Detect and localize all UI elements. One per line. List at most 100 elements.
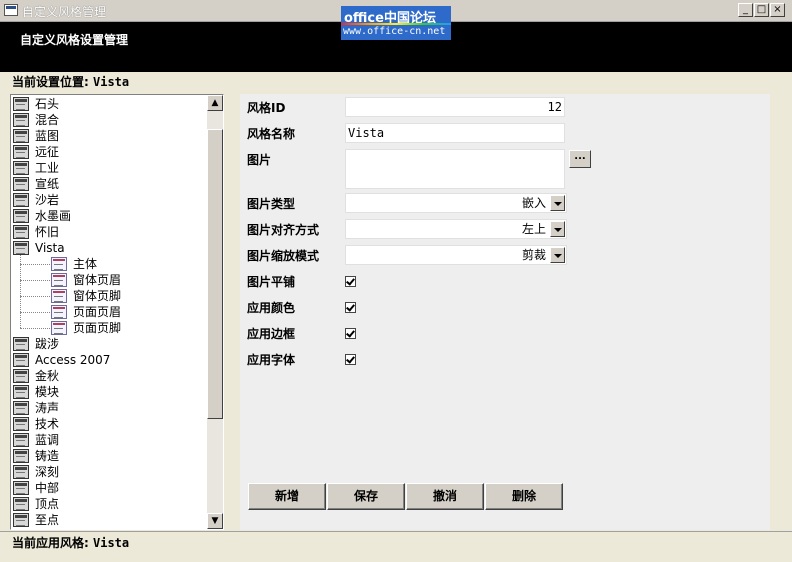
- style-id-field[interactable]: 12: [345, 97, 565, 117]
- style-folder-icon: [13, 449, 29, 463]
- style-tree-list: 石头 混合 蓝图 远征 工业 宣纸 沙岩 水墨画 怀旧 Vista 主体 窗体页眉 窗体页脚 页面页眉 页面…: [11, 95, 207, 529]
- current-style-value: Vista: [93, 536, 130, 550]
- tree-connector-line: [20, 280, 50, 281]
- style-folder-icon: [13, 129, 29, 143]
- scroll-down-button[interactable]: ▼: [207, 513, 223, 529]
- style-folder-icon: [13, 401, 29, 415]
- style-folder-icon: [13, 353, 29, 367]
- new-button[interactable]: 新增: [248, 483, 326, 510]
- style-folder-icon: [13, 465, 29, 479]
- picture-zoom-value: 剪裁: [521, 248, 546, 262]
- apply-font-checkbox[interactable]: [345, 354, 356, 365]
- picture-zoom-label: 图片缩放模式: [247, 249, 320, 263]
- style-name-label: 风格名称: [247, 127, 296, 141]
- tree-connector-line: [20, 312, 50, 313]
- style-tree[interactable]: 石头 混合 蓝图 远征 工业 宣纸 沙岩 水墨画 怀旧 Vista 主体 窗体页眉 窗体页脚 页面页眉 页面…: [10, 94, 224, 530]
- picture-label: 图片: [247, 153, 272, 167]
- tree-item-label: 主体: [73, 257, 98, 271]
- watermark-url: www.office-cn.net: [343, 26, 446, 37]
- tree-item-label: 铸造: [35, 449, 60, 463]
- picture-align-value: 左上: [521, 222, 546, 236]
- maximize-button[interactable]: □: [754, 3, 769, 17]
- tree-item-label: 水墨画: [35, 209, 72, 223]
- style-folder-icon: [13, 177, 29, 191]
- tree-item-label: Vista: [35, 241, 65, 255]
- picture-tile-label: 图片平铺: [247, 275, 296, 289]
- apply-color-label: 应用颜色: [247, 301, 296, 315]
- undo-button[interactable]: 撤消: [406, 483, 484, 510]
- form-header-title: 自定义风格设置管理: [20, 33, 129, 47]
- tree-item-label: 深刻: [35, 465, 60, 479]
- picture-tile-checkbox[interactable]: [345, 276, 356, 287]
- form-section-icon: [51, 257, 67, 271]
- tree-item-label: 至点: [35, 513, 60, 527]
- tree-item-label: 页面页脚: [73, 321, 122, 335]
- apply-border-checkbox[interactable]: [345, 328, 356, 339]
- watermark-stripe: [341, 23, 451, 25]
- chevron-down-icon[interactable]: [550, 195, 565, 211]
- tree-item-label: 顶点: [35, 497, 60, 511]
- apply-color-checkbox[interactable]: [345, 302, 356, 313]
- style-folder-icon: [13, 481, 29, 495]
- tree-connector-line: [20, 264, 50, 265]
- picture-type-label: 图片类型: [247, 197, 296, 211]
- style-folder-icon: [13, 241, 29, 255]
- tree-item-label: Access 2007: [35, 353, 111, 367]
- browse-picture-button[interactable]: ...: [569, 150, 591, 168]
- style-name-field[interactable]: Vista: [345, 123, 565, 143]
- status-bar: 当前应用风格: Vista: [0, 531, 792, 562]
- form-header: 自定义风格设置管理 office中国论坛 www.office-cn.net: [0, 6, 792, 72]
- current-location: 当前设置位置: Vista: [12, 73, 129, 90]
- delete-button[interactable]: 删除: [485, 483, 563, 510]
- minimize-button[interactable]: _: [738, 3, 753, 17]
- save-button[interactable]: 保存: [327, 483, 405, 510]
- watermark-logo: office中国论坛 www.office-cn.net: [341, 6, 451, 40]
- form-section-icon: [51, 305, 67, 319]
- style-folder-icon: [13, 209, 29, 223]
- tree-item-label: 沙岩: [35, 193, 60, 207]
- style-detail-panel: 风格ID 12 风格名称 Vista 图片 ... 图片类型 嵌入 图片对齐方式…: [240, 94, 770, 530]
- style-id-label: 风格ID: [247, 101, 286, 115]
- scroll-thumb[interactable]: [207, 129, 223, 419]
- tree-item-label: 宣纸: [35, 177, 60, 191]
- apply-border-label: 应用边框: [247, 327, 296, 341]
- form-section-icon: [51, 321, 67, 335]
- form-section-icon: [51, 273, 67, 287]
- tree-scrollbar[interactable]: ▲ ▼: [207, 95, 223, 529]
- style-folder-icon: [13, 497, 29, 511]
- tree-item-label: 石头: [35, 97, 60, 111]
- style-folder-icon: [13, 513, 29, 527]
- current-location-label: 当前设置位置:: [12, 75, 89, 89]
- picture-zoom-select[interactable]: 剪裁: [345, 245, 567, 265]
- picture-field[interactable]: [345, 149, 565, 189]
- style-folder-icon: [13, 369, 29, 383]
- current-style-label: 当前应用风格:: [12, 536, 89, 550]
- picture-type-value: 嵌入: [521, 196, 546, 210]
- style-folder-icon: [13, 433, 29, 447]
- picture-align-select[interactable]: 左上: [345, 219, 567, 239]
- window-title: 自定义风格管理: [22, 5, 107, 19]
- tree-item-label: 混合: [35, 113, 60, 127]
- style-folder-icon: [13, 161, 29, 175]
- tree-connector-line: [20, 328, 50, 329]
- tree-item-label: 模块: [35, 385, 60, 399]
- picture-align-label: 图片对齐方式: [247, 223, 320, 237]
- tree-item-label: 窗体页眉: [73, 273, 122, 287]
- apply-font-label: 应用字体: [247, 353, 296, 367]
- tree-item-label: 蓝图: [35, 129, 60, 143]
- picture-type-select[interactable]: 嵌入: [345, 193, 567, 213]
- current-location-value: Vista: [93, 75, 130, 89]
- tree-item-label: 跋涉: [35, 337, 60, 351]
- tree-item-label: 工业: [35, 161, 60, 175]
- tree-item-label: 金秋: [35, 369, 60, 383]
- chevron-down-icon[interactable]: [550, 247, 565, 263]
- close-button[interactable]: ×: [770, 3, 785, 17]
- tree-item-label: 涛声: [35, 401, 60, 415]
- scroll-up-button[interactable]: ▲: [207, 95, 223, 111]
- style-folder-icon: [13, 337, 29, 351]
- style-folder-icon: [13, 113, 29, 127]
- style-folder-icon: [13, 97, 29, 111]
- style-folder-icon: [13, 145, 29, 159]
- tree-item-label: 远征: [35, 145, 60, 159]
- chevron-down-icon[interactable]: [550, 221, 565, 237]
